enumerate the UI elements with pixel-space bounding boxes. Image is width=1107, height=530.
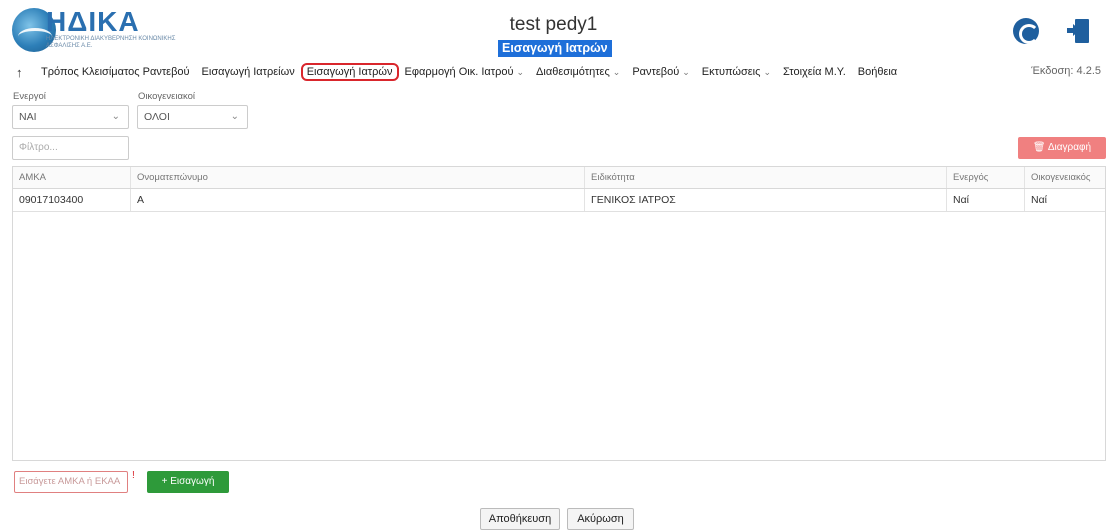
add-button[interactable]: + Εισαγωγή [147,471,229,493]
family-filter-label: Οικογενειακοί [138,91,196,102]
save-button[interactable]: Αποθήκευση [480,508,560,530]
cell-specialty: ΓΕΝΙΚΟΣ ΙΑΤΡΟΣ [584,189,946,211]
trash-icon: 🗑 [1032,142,1046,153]
table-row[interactable]: 09017103400 Α ΓΕΝΙΚΟΣ ΙΑΤΡΟΣ Ναί Ναί [13,189,1105,212]
page-title: test pedy1 [509,14,598,35]
page-subtitle: Εισαγωγή Ιατρών [498,40,612,57]
chevron-down-icon: ⌄ [682,67,690,77]
cell-active: Ναί [946,189,1024,211]
menu-item-appointments[interactable]: Ραντεβού ⌄ [632,66,689,78]
chevron-down-icon: ⌄ [230,111,239,122]
sync-icon[interactable] [1013,18,1039,44]
menu-item-closing-method[interactable]: Τρόπος Κλεισίματος Ραντεβού [41,66,190,78]
version-label: Έκδοση: 4.2.5 [1031,65,1101,77]
required-marker: ! [132,470,135,481]
logo-subtitle: ΗΛΕΚΤΡΟΝΙΚΗ ΔΙΑΚΥΒΕΡΝΗΣΗ ΚΟΙΝΩΝΙΚΗΣ ΑΣΦΑ… [46,36,176,49]
menu-item-unit-info[interactable]: Στοιχεία Μ.Υ. [783,66,846,78]
menu-item-clinics[interactable]: Εισαγωγή Ιατρείων [202,66,295,78]
arrow-up-icon[interactable]: ↑ [16,65,28,80]
chevron-down-icon: ⌄ [111,111,120,122]
amka-input[interactable]: Εισάγετε ΑΜΚΑ ή ΕΚΑΑ [14,471,128,493]
cell-amka: 09017103400 [19,194,84,206]
main-menu: ↑ Τρόπος Κλεισίματος Ραντεβού Εισαγωγή Ι… [16,62,909,82]
chevron-down-icon: ⌄ [763,67,771,77]
column-header-name[interactable]: Ονοματεπώνυμο [130,167,584,188]
cell-family: Ναί [1024,189,1107,211]
delete-button[interactable]: 🗑 Διαγραφή [1018,137,1106,159]
column-header-specialty[interactable]: Ειδικότητα [584,167,946,188]
column-header-family[interactable]: Οικογενειακός [1024,167,1107,188]
cancel-button[interactable]: Ακύρωση [567,508,634,530]
logout-icon[interactable] [1067,18,1093,44]
menu-item-availability[interactable]: Διαθεσιμότητες ⌄ [536,66,620,78]
column-header-amka[interactable]: ΑΜΚΑ [13,167,130,188]
column-header-active[interactable]: Ενεργός [946,167,1024,188]
menu-item-help[interactable]: Βοήθεια [858,66,897,78]
search-input[interactable]: Φίλτρο... [12,136,129,160]
active-filter-select[interactable]: ΝΑΙ ⌄ [12,105,129,129]
menu-item-prints[interactable]: Εκτυπώσεις ⌄ [702,66,771,78]
chevron-down-icon: ⌄ [612,67,621,77]
active-filter-label: Ενεργοί [13,91,46,102]
chevron-down-icon: ⌄ [516,67,525,77]
menu-item-doctors[interactable]: Εισαγωγή Ιατρών [300,63,399,81]
cell-name: Α [130,189,584,211]
table-header: ΑΜΚΑ Ονοματεπώνυμο Ειδικότητα Ενεργός Οι… [13,167,1105,189]
menu-item-family-doctor[interactable]: Εφαρμογή Οικ. Ιατρού ⌄ [405,66,525,78]
family-filter-select[interactable]: ΟΛΟΙ ⌄ [137,105,248,129]
doctors-table: ΑΜΚΑ Ονοματεπώνυμο Ειδικότητα Ενεργός Οι… [12,166,1106,461]
